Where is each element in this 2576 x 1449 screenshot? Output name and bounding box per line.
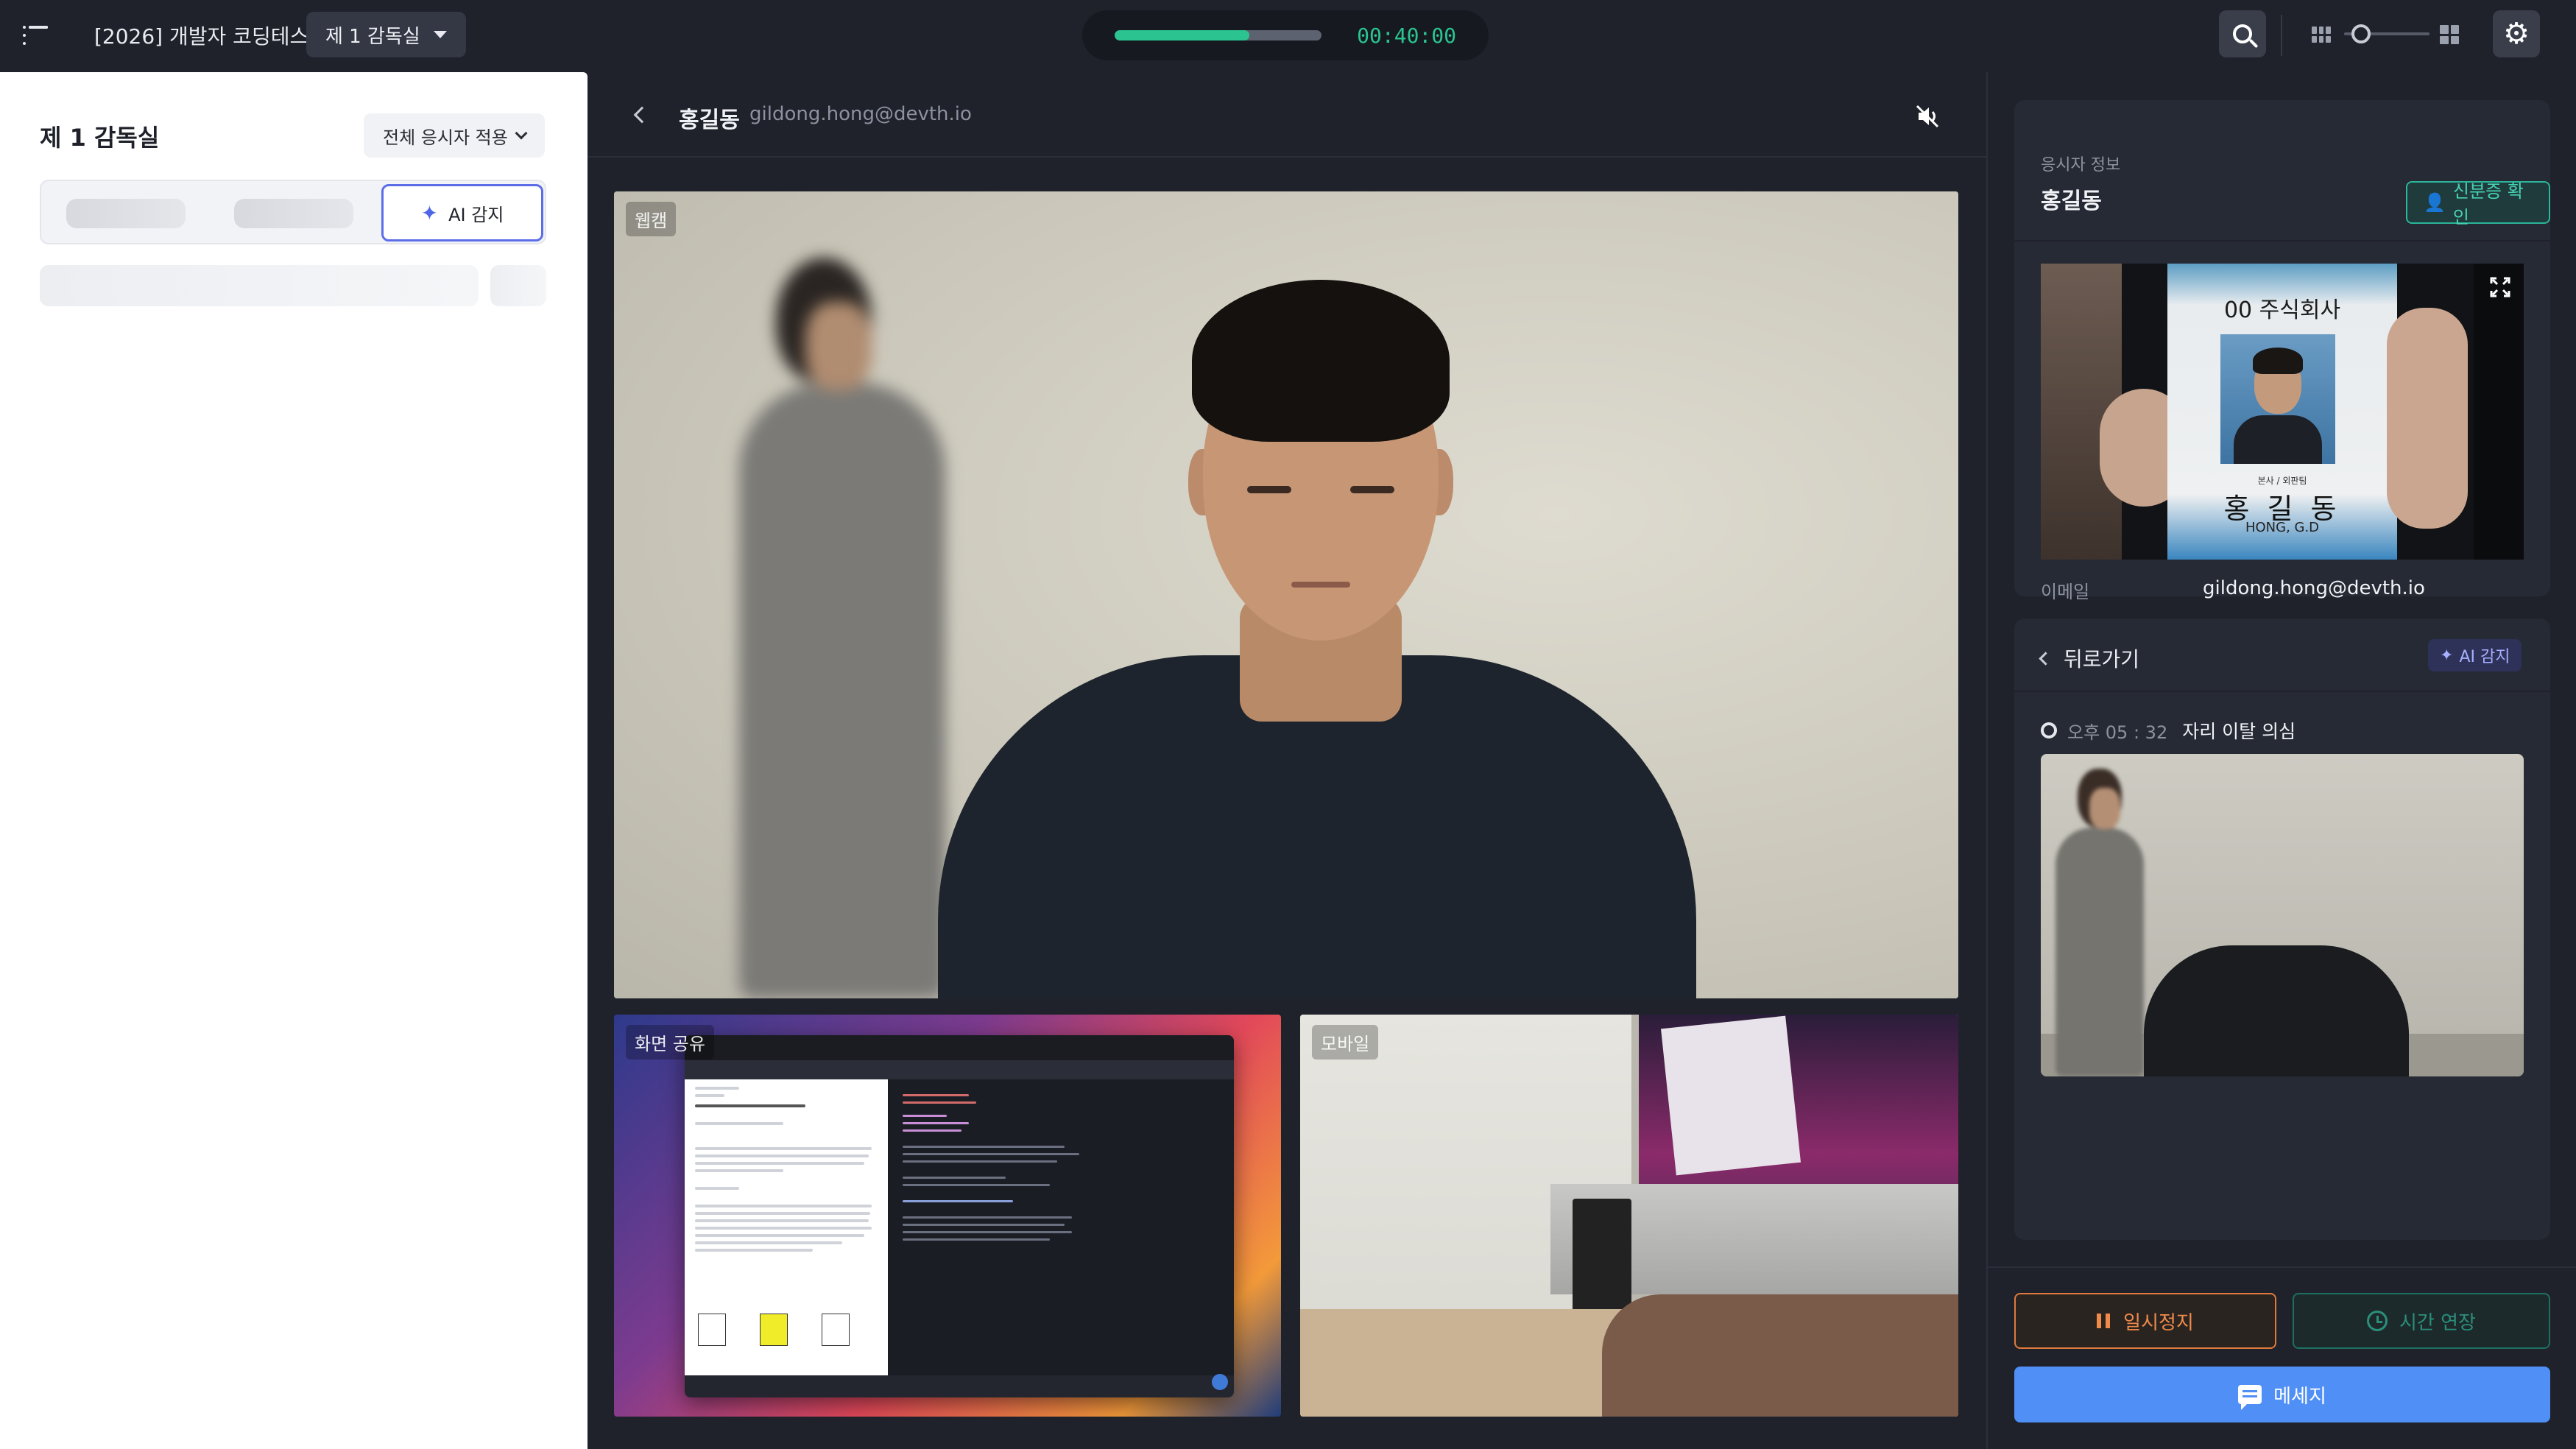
loading-skeleton xyxy=(490,265,546,306)
email-label: 이메일 xyxy=(2041,582,2090,602)
candidate-info-card: 응시자 정보 홍길동 👤 신분증 확인 00 주식회사 본사 / 외판팀 홍 길… xyxy=(2014,100,2550,602)
back-chevron-icon[interactable] xyxy=(633,106,651,124)
webcam-feed[interactable]: 웹캠 xyxy=(614,191,1958,998)
id-card-english-name: HONG, G.D xyxy=(2245,520,2320,535)
viewer-header: 홍길동 gildong.hong@devth.io xyxy=(587,72,1986,158)
tab-loading-2[interactable] xyxy=(234,199,353,228)
room-select-label: 제 1 감독실 xyxy=(325,25,420,48)
shared-browser-window xyxy=(685,1035,1234,1397)
mode-tabs: ✦ AI 감지 xyxy=(40,180,546,244)
email-value: gildong.hong@devth.io xyxy=(2203,577,2425,599)
event-dot-icon xyxy=(2041,722,2057,738)
event-time: 오후 05 : 32 xyxy=(2067,722,2168,743)
settings-button[interactable]: ⚙ xyxy=(2493,10,2540,57)
id-card: 00 주식회사 본사 / 외판팀 홍 길 동 HONG, G.D xyxy=(2167,264,2397,560)
panel-title: 제 1 감독실 xyxy=(40,124,160,152)
grid-large-icon[interactable] xyxy=(2440,25,2459,44)
loading-skeleton xyxy=(40,265,479,306)
candidate-person xyxy=(938,214,1696,998)
clock-icon xyxy=(2367,1311,2388,1331)
pause-icon xyxy=(2097,1314,2111,1328)
extend-time-button[interactable]: 시간 연장 xyxy=(2293,1293,2550,1349)
pause-label: 일시정지 xyxy=(2123,1311,2194,1334)
zoom-slider-thumb[interactable] xyxy=(2351,24,2371,43)
caret-down-icon xyxy=(433,31,447,38)
timer-progress-fill xyxy=(1115,30,1249,40)
id-check-button[interactable]: 👤 신분증 확인 xyxy=(2406,181,2550,228)
action-bar: 일시정지 시간 연장 메세지 xyxy=(1988,1266,2576,1449)
toolbar-divider xyxy=(2281,15,2282,56)
screen-share-label: 화면 공유 xyxy=(626,1025,714,1060)
user-check-icon: 👤 xyxy=(2424,192,2446,213)
grid-small-icon[interactable] xyxy=(2312,27,2331,43)
video-viewer: 홍길동 gildong.hong@devth.io 웹캠 화면 공유 모바일 xyxy=(587,72,1986,1449)
id-card-department: 본사 / 외판팀 xyxy=(2257,476,2307,486)
candidate-name: 홍길동 xyxy=(679,107,740,133)
screen-share-feed[interactable]: 화면 공유 xyxy=(614,1015,1281,1417)
ai-badge-label: AI 감지 xyxy=(2459,648,2510,666)
id-card-photo[interactable]: 00 주식회사 본사 / 외판팀 홍 길 동 HONG, G.D xyxy=(2041,264,2524,560)
room-select[interactable]: 제 1 감독실 xyxy=(306,12,466,57)
search-button[interactable] xyxy=(2219,10,2266,57)
chevron-left-icon xyxy=(2039,651,2053,666)
pause-button[interactable]: 일시정지 xyxy=(2014,1293,2276,1349)
id-check-label: 신분증 확인 xyxy=(2452,181,2524,228)
timer-text: 00:40:00 xyxy=(1357,23,1456,48)
menu-button[interactable] xyxy=(13,13,57,57)
exam-timer: 00:40:00 xyxy=(1082,10,1489,60)
apply-all-button[interactable]: 전체 응시자 적용 xyxy=(364,113,545,158)
ai-detection-badge: ✦ AI 감지 xyxy=(2428,639,2522,671)
background-person xyxy=(695,258,975,998)
mute-icon[interactable] xyxy=(1914,103,1941,130)
left-panel: 제 1 감독실 전체 응시자 적용 ✦ AI 감지 xyxy=(0,72,587,1449)
back-button[interactable]: 뒤로가기 xyxy=(2039,644,2140,673)
message-label: 메세지 xyxy=(2273,1385,2326,1408)
id-card-company: 00 주식회사 xyxy=(2223,297,2341,323)
message-icon xyxy=(2238,1385,2262,1410)
chat-bubble-icon xyxy=(1212,1374,1228,1390)
app-title: [2026] 개발자 코딩테스트 xyxy=(94,24,328,49)
timer-progress-bar xyxy=(1115,30,1322,40)
top-bar: [2026] 개발자 코딩테스트 제 1 감독실 00:40:00 ⚙ xyxy=(0,0,2576,72)
apply-all-label: 전체 응시자 적용 xyxy=(383,127,508,148)
mobile-feed[interactable]: 모바일 xyxy=(1300,1015,1958,1417)
back-label: 뒤로가기 xyxy=(2064,647,2140,671)
gear-icon: ⚙ xyxy=(2503,17,2530,51)
search-icon xyxy=(2233,24,2252,43)
candidate-email: gildong.hong@devth.io xyxy=(749,103,972,125)
webcam-label: 웹캠 xyxy=(626,202,677,236)
sparkle-icon: ✦ xyxy=(420,200,439,225)
tab-ai-detection-label: AI 감지 xyxy=(448,204,504,225)
event-snapshot[interactable] xyxy=(2041,754,2524,1076)
chevron-down-icon xyxy=(515,127,528,140)
menu-icon xyxy=(23,26,48,45)
tab-ai-detection[interactable]: ✦ AI 감지 xyxy=(381,184,543,242)
event-label: 자리 이탈 의심 xyxy=(2182,721,2296,742)
ai-detection-card: 뒤로가기 ✦ AI 감지 오후 05 : 32 자리 이탈 의심 xyxy=(2014,618,2550,1240)
extend-time-label: 시간 연장 xyxy=(2399,1311,2476,1334)
zoom-slider[interactable] xyxy=(2344,24,2429,43)
detection-event[interactable]: 오후 05 : 32 자리 이탈 의심 xyxy=(2041,717,2296,744)
mobile-label: 모바일 xyxy=(1312,1025,1379,1060)
tab-loading-1[interactable] xyxy=(66,199,186,228)
expand-icon[interactable] xyxy=(2490,277,2510,297)
message-button[interactable]: 메세지 xyxy=(2014,1367,2550,1422)
sparkle-icon: ✦ xyxy=(2440,646,2454,665)
right-panel: 응시자 정보 홍길동 👤 신분증 확인 00 주식회사 본사 / 외판팀 홍 길… xyxy=(1986,72,2576,1449)
empty-chair xyxy=(2144,945,2409,1076)
id-card-portrait xyxy=(2220,334,2335,464)
info-candidate-name: 홍길동 xyxy=(2041,188,2102,214)
info-section-label: 응시자 정보 xyxy=(2041,156,2121,174)
